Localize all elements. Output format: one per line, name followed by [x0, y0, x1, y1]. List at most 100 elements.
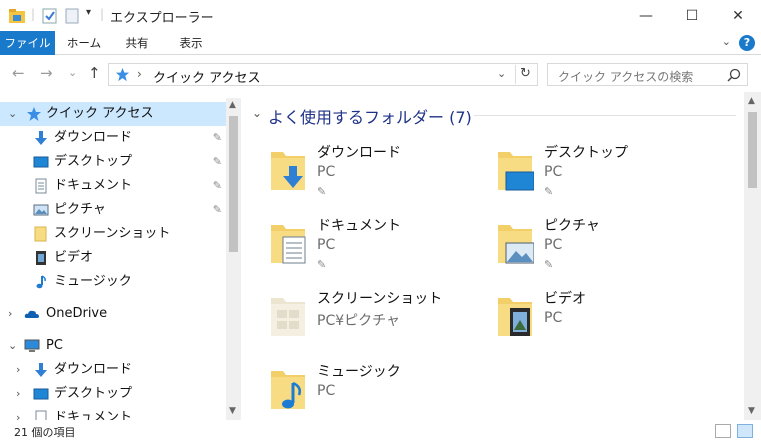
- tree-item-quick-access[interactable]: ⌄ クイック アクセス: [0, 102, 226, 126]
- tree-item-label: PC: [46, 338, 63, 353]
- tree-item-label: スクリーンショット: [54, 226, 171, 241]
- cloud-icon: [24, 310, 39, 318]
- address-row: ← → ⌄ ↑ › クイック アクセス ⌄ ↻ クイック アクセスの検索: [0, 56, 761, 92]
- folder-name: ミュージック: [317, 364, 401, 380]
- navigation-scrollbar[interactable]: ▲ ▼: [226, 98, 241, 420]
- folder-tile-documents[interactable]: ドキュメント PC ✎: [244, 215, 464, 285]
- expand-caret-icon[interactable]: ›: [16, 406, 20, 420]
- tree-item-pc-documents[interactable]: › ドキュメント: [0, 406, 226, 420]
- up-button[interactable]: ↑: [88, 64, 101, 82]
- pin-icon: ✎: [212, 203, 222, 216]
- content-pane[interactable]: ⌄ よく使用するフォルダー (7) ダウンロード PC ✎ デスクトップ PC …: [244, 98, 744, 420]
- tree-item-label: ビデオ: [54, 250, 94, 265]
- status-bar: 21 個の項目: [0, 420, 761, 444]
- tree-item-pc-downloads[interactable]: › ダウンロード: [0, 358, 226, 382]
- expand-caret-icon[interactable]: ›: [8, 302, 12, 326]
- customize-quickaccess-icon[interactable]: ▾: [86, 7, 91, 27]
- folder-tile-desktop[interactable]: デスクトップ PC ✎: [471, 142, 691, 212]
- picture-folder-icon: [498, 225, 534, 264]
- music-icon: [36, 275, 46, 289]
- document-folder-icon: [271, 225, 306, 264]
- pin-icon: ✎: [544, 185, 554, 198]
- scroll-up-arrow-icon[interactable]: ▲: [229, 100, 236, 110]
- address-divider: [515, 65, 516, 84]
- folder-tile-pictures[interactable]: ピクチャ PC ✎: [471, 215, 691, 285]
- folder-name: ビデオ: [544, 291, 586, 307]
- group-divider: [474, 115, 736, 116]
- scroll-up-arrow-icon[interactable]: ▲: [748, 96, 755, 106]
- back-button[interactable]: ←: [12, 64, 25, 82]
- tree-item-videos[interactable]: ビデオ: [0, 246, 226, 270]
- tree-item-onedrive[interactable]: › OneDrive: [0, 302, 226, 326]
- group-header[interactable]: よく使用するフォルダー (7): [268, 104, 472, 128]
- folder-tile-downloads[interactable]: ダウンロード PC ✎: [244, 142, 464, 212]
- tab-file[interactable]: ファイル: [0, 31, 55, 55]
- maximize-button[interactable]: ☐: [669, 0, 715, 31]
- details-view-icon[interactable]: [715, 424, 731, 438]
- address-dropdown-icon[interactable]: ⌄: [497, 67, 506, 80]
- folder-location: PC: [544, 237, 563, 253]
- forward-button[interactable]: →: [40, 64, 53, 82]
- tree-item-screenshots[interactable]: スクリーンショット: [0, 222, 226, 246]
- explorer-app-icon[interactable]: [8, 6, 26, 26]
- music-folder-icon: [271, 371, 305, 409]
- large-icons-view-icon[interactable]: [737, 424, 753, 438]
- search-box[interactable]: クイック アクセスの検索: [547, 63, 748, 86]
- tab-share[interactable]: 共有: [114, 31, 160, 55]
- address-separator[interactable]: ›: [137, 67, 142, 81]
- refresh-icon[interactable]: ↻: [520, 66, 531, 81]
- tree-item-pictures[interactable]: ピクチャ ✎: [0, 198, 226, 222]
- navigation-pane[interactable]: ⌄ クイック アクセス ダウンロード ✎ デスクトップ ✎ ドキュメント ✎ ピ…: [0, 98, 241, 420]
- folder-location: PC: [317, 164, 336, 180]
- new-folder-icon[interactable]: [64, 6, 80, 26]
- collapse-caret-icon[interactable]: ⌄: [8, 334, 17, 358]
- folder-tile-screenshots[interactable]: スクリーンショット PC¥ピクチャ: [244, 288, 464, 358]
- tree-item-pc-desktop[interactable]: › デスクトップ: [0, 382, 226, 406]
- tree-item-pc[interactable]: ⌄ PC: [0, 334, 226, 358]
- folder-icon: [34, 226, 47, 242]
- tree-item-downloads[interactable]: ダウンロード ✎: [0, 126, 226, 150]
- folder-name: ピクチャ: [544, 218, 600, 234]
- pin-icon: ✎: [544, 258, 554, 271]
- minimize-button[interactable]: —: [623, 0, 669, 31]
- expand-ribbon-icon[interactable]: ⌄: [722, 35, 731, 48]
- video-folder-icon: [498, 298, 532, 336]
- help-icon[interactable]: ?: [739, 35, 755, 51]
- tree-item-documents[interactable]: ドキュメント ✎: [0, 174, 226, 198]
- content-scrollbar[interactable]: ▲ ▼: [744, 92, 761, 420]
- folder-name: ドキュメント: [317, 218, 401, 234]
- group-collapse-icon[interactable]: ⌄: [252, 106, 262, 120]
- folder-tile-music[interactable]: ミュージック PC: [244, 361, 464, 420]
- tree-item-music[interactable]: ミュージック: [0, 270, 226, 294]
- folder-tile-videos[interactable]: ビデオ PC: [471, 288, 691, 358]
- scroll-down-arrow-icon[interactable]: ▼: [748, 406, 755, 416]
- address-text[interactable]: クイック アクセス: [153, 67, 260, 86]
- properties-icon[interactable]: [42, 6, 58, 26]
- scrollbar-thumb[interactable]: [748, 112, 757, 188]
- picture-icon: [33, 204, 49, 216]
- address-bar[interactable]: › クイック アクセス ⌄ ↻: [108, 63, 538, 86]
- scrollbar-thumb[interactable]: [229, 116, 238, 252]
- tree-item-label: ミュージック: [54, 274, 132, 289]
- tab-home[interactable]: ホーム: [60, 31, 108, 55]
- expand-caret-icon[interactable]: ›: [16, 382, 20, 406]
- recent-locations-button[interactable]: ⌄: [68, 66, 77, 79]
- search-input[interactable]: クイック アクセスの検索: [558, 68, 693, 85]
- search-icon[interactable]: [727, 68, 741, 82]
- pin-icon: ✎: [212, 131, 222, 144]
- tree-item-desktop[interactable]: デスクトップ ✎: [0, 150, 226, 174]
- scroll-down-arrow-icon[interactable]: ▼: [229, 406, 236, 416]
- close-button[interactable]: ✕: [715, 0, 761, 31]
- folder-name: スクリーンショット: [317, 291, 443, 307]
- tree-item-label: ダウンロード: [54, 130, 133, 145]
- tree-item-label: ドキュメント: [54, 178, 133, 193]
- collapse-caret-icon[interactable]: ⌄: [8, 102, 17, 126]
- document-icon: [35, 178, 47, 194]
- video-icon: [36, 251, 46, 265]
- folder-location: PC: [317, 237, 336, 253]
- tree-item-label: ドキュメント: [54, 410, 133, 420]
- folder-location: PC: [544, 310, 563, 326]
- pin-icon: ✎: [317, 185, 327, 198]
- tab-view[interactable]: 表示: [166, 31, 216, 55]
- expand-caret-icon[interactable]: ›: [16, 358, 20, 382]
